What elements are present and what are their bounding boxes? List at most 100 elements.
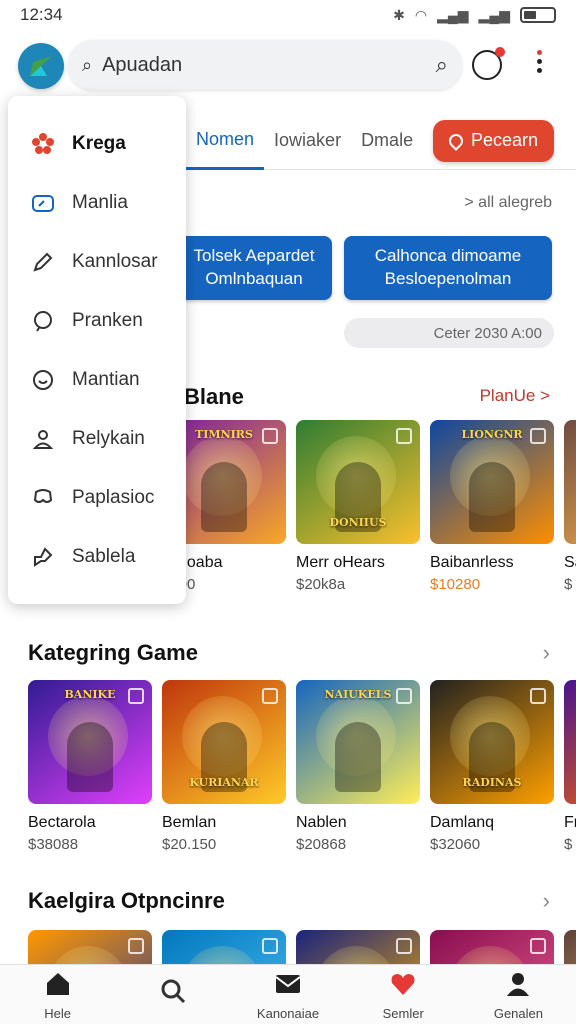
status-icons: ✱ ◠ ▂▄▆ ▂▄▆: [393, 7, 556, 24]
game-thumbnail: DONIIUS: [296, 420, 420, 544]
tab-iowiaker[interactable]: Iowiaker: [264, 112, 351, 170]
game-card[interactable]: [28, 930, 154, 964]
heart-icon: [388, 969, 418, 1002]
game-price: $: [564, 576, 573, 593]
nav-item-search[interactable]: [115, 965, 230, 1024]
bookmark-icon[interactable]: [396, 938, 412, 954]
bookmark-icon[interactable]: [396, 428, 412, 444]
status-bar: 12:34 ✱ ◠ ▂▄▆ ▂▄▆: [0, 0, 576, 30]
tab-nomen[interactable]: Nomen: [186, 112, 265, 170]
game-name: Sa: [564, 554, 576, 571]
game-card[interactable]: KURIANAR Bemlan $20.150: [162, 680, 288, 853]
drawer-item-sablela[interactable]: Sablela: [8, 527, 186, 586]
game-name: Fr: [564, 814, 576, 831]
game-card[interactable]: Fr $: [564, 680, 576, 853]
pen-icon: [30, 249, 56, 275]
nav-item-mail[interactable]: Kanonaiae: [230, 965, 345, 1024]
section-title: Blane: [184, 384, 244, 409]
game-card[interactable]: [162, 930, 288, 964]
nav-item-home[interactable]: Hele: [0, 965, 115, 1024]
game-price: $20868: [296, 836, 347, 853]
flower-icon: [30, 131, 56, 157]
date-pill: Ceter 2030 A:00: [344, 318, 554, 348]
bell-icon[interactable]: [472, 47, 505, 80]
nav-item-label: Hele: [44, 1005, 71, 1021]
chevron-right-icon[interactable]: ›: [543, 640, 550, 666]
game-card[interactable]: [296, 930, 422, 964]
section-title: Kategring Game: [28, 640, 198, 665]
search-input[interactable]: [102, 53, 436, 77]
game-card[interactable]: RADINAS Damlanq $32060: [430, 680, 556, 853]
game-price: $20k8a: [296, 576, 346, 593]
nav-item-label: Genalen: [493, 1005, 543, 1021]
game-thumbnail: [28, 930, 152, 964]
game-card[interactable]: NAIUKELS Nablen $20868: [296, 680, 422, 853]
nav-item-label: Semler: [382, 1005, 424, 1021]
drawer-item-relykain[interactable]: Relykain: [8, 409, 186, 468]
signal-icon-2: ▂▄▆: [478, 6, 510, 23]
bookmark-icon[interactable]: [262, 688, 278, 704]
game-card[interactable]: [430, 930, 556, 964]
drawer-item-label: Manlia: [72, 191, 128, 213]
mail-icon: [273, 969, 303, 1002]
promo-button-1[interactable]: Tolsek Aepardet Omlnbaquan: [176, 236, 332, 300]
game-art-title: TIMNIRS: [195, 428, 253, 441]
promo-1-line1: Tolsek Aepardet: [193, 246, 315, 266]
game-price: $32060: [430, 836, 481, 853]
drawer-item-mantian[interactable]: Mantian: [8, 350, 186, 409]
game-card[interactable]: Sa $: [564, 420, 576, 593]
game-card[interactable]: BANIKE Bectarola $38088: [28, 680, 154, 853]
game-card[interactable]: LIONGNR Baibanrless $10280: [430, 420, 556, 593]
drawer-item-paplasioc[interactable]: Paplasioc: [8, 468, 186, 527]
smile-icon: [30, 367, 56, 393]
game-name: Baibanrless: [430, 554, 514, 571]
status-time: 12:34: [20, 5, 63, 24]
game-art-title: BANIKE: [64, 688, 116, 701]
bookmark-icon[interactable]: [530, 688, 546, 704]
game-row-2: BANIKE Bectarola $38088 KURIANAR Bemlan $20.1…: [0, 680, 576, 860]
cta-button[interactable]: Pecearn: [432, 119, 554, 162]
drawer-item-manlia[interactable]: Manlia: [8, 173, 186, 232]
game-card[interactable]: [564, 930, 576, 964]
cta-label: Pecearn: [470, 130, 538, 150]
sort-link[interactable]: > all alegreb: [464, 194, 552, 212]
chat-icon: [30, 308, 56, 334]
tab-dmale[interactable]: Dmale: [351, 112, 423, 170]
bookmark-icon[interactable]: [530, 938, 546, 954]
drawer-item-krega[interactable]: Krega: [8, 114, 186, 173]
game-thumbnail: [564, 930, 576, 964]
search-submit-icon[interactable]: ⌕: [436, 52, 448, 78]
drawer-item-label: Sablela: [72, 545, 136, 567]
search-bar[interactable]: ⌕ ⌕: [68, 40, 462, 90]
chevron-right-icon[interactable]: ›: [543, 888, 550, 914]
app-logo[interactable]: [18, 43, 64, 89]
nav-item-profile[interactable]: Genalen: [461, 965, 576, 1024]
drawer-item-pranken[interactable]: Pranken: [8, 291, 186, 350]
more-vertical-icon[interactable]: [534, 50, 544, 73]
game-name: Nablen: [296, 814, 347, 831]
promo-2-line2: Besloepenolman: [384, 269, 512, 288]
promo-1-line2: Omlnbaquan: [205, 269, 303, 288]
user-icon: [30, 426, 56, 452]
promo-button-2[interactable]: Calhonca dimoame Besloepenolman: [344, 236, 552, 300]
game-thumbnail: [430, 930, 554, 964]
game-thumbnail: KURIANAR: [162, 680, 286, 804]
drawer-item-label: Krega: [72, 132, 126, 154]
tab-bar: Nomen Iowiaker Dmale Pecearn: [186, 112, 576, 170]
drawer-item-kannlosar[interactable]: Kannlosar: [8, 232, 186, 291]
bluetooth-icon: ✱: [393, 6, 405, 23]
bookmark-icon[interactable]: [128, 938, 144, 954]
section-see-all-link[interactable]: PlanUe >: [480, 386, 550, 406]
bookmark-icon[interactable]: [262, 938, 278, 954]
location-pin-icon: [446, 130, 466, 151]
game-card[interactable]: DONIIUS Merr oHears $20k8a: [296, 420, 422, 593]
drawer-item-label: Relykain: [72, 427, 145, 449]
game-price: $: [564, 836, 573, 853]
drawer-item-label: Kannlosar: [72, 250, 158, 272]
battery-icon: [520, 7, 556, 23]
nav-item-heart[interactable]: Semler: [346, 965, 461, 1024]
game-thumbnail: RADINAS: [430, 680, 554, 804]
side-drawer-menu: Krega Manlia Kannlosar Pranken Mantian Relyka…: [8, 96, 186, 604]
drawer-item-label: Mantian: [72, 368, 140, 390]
search-icon: [158, 976, 188, 1009]
